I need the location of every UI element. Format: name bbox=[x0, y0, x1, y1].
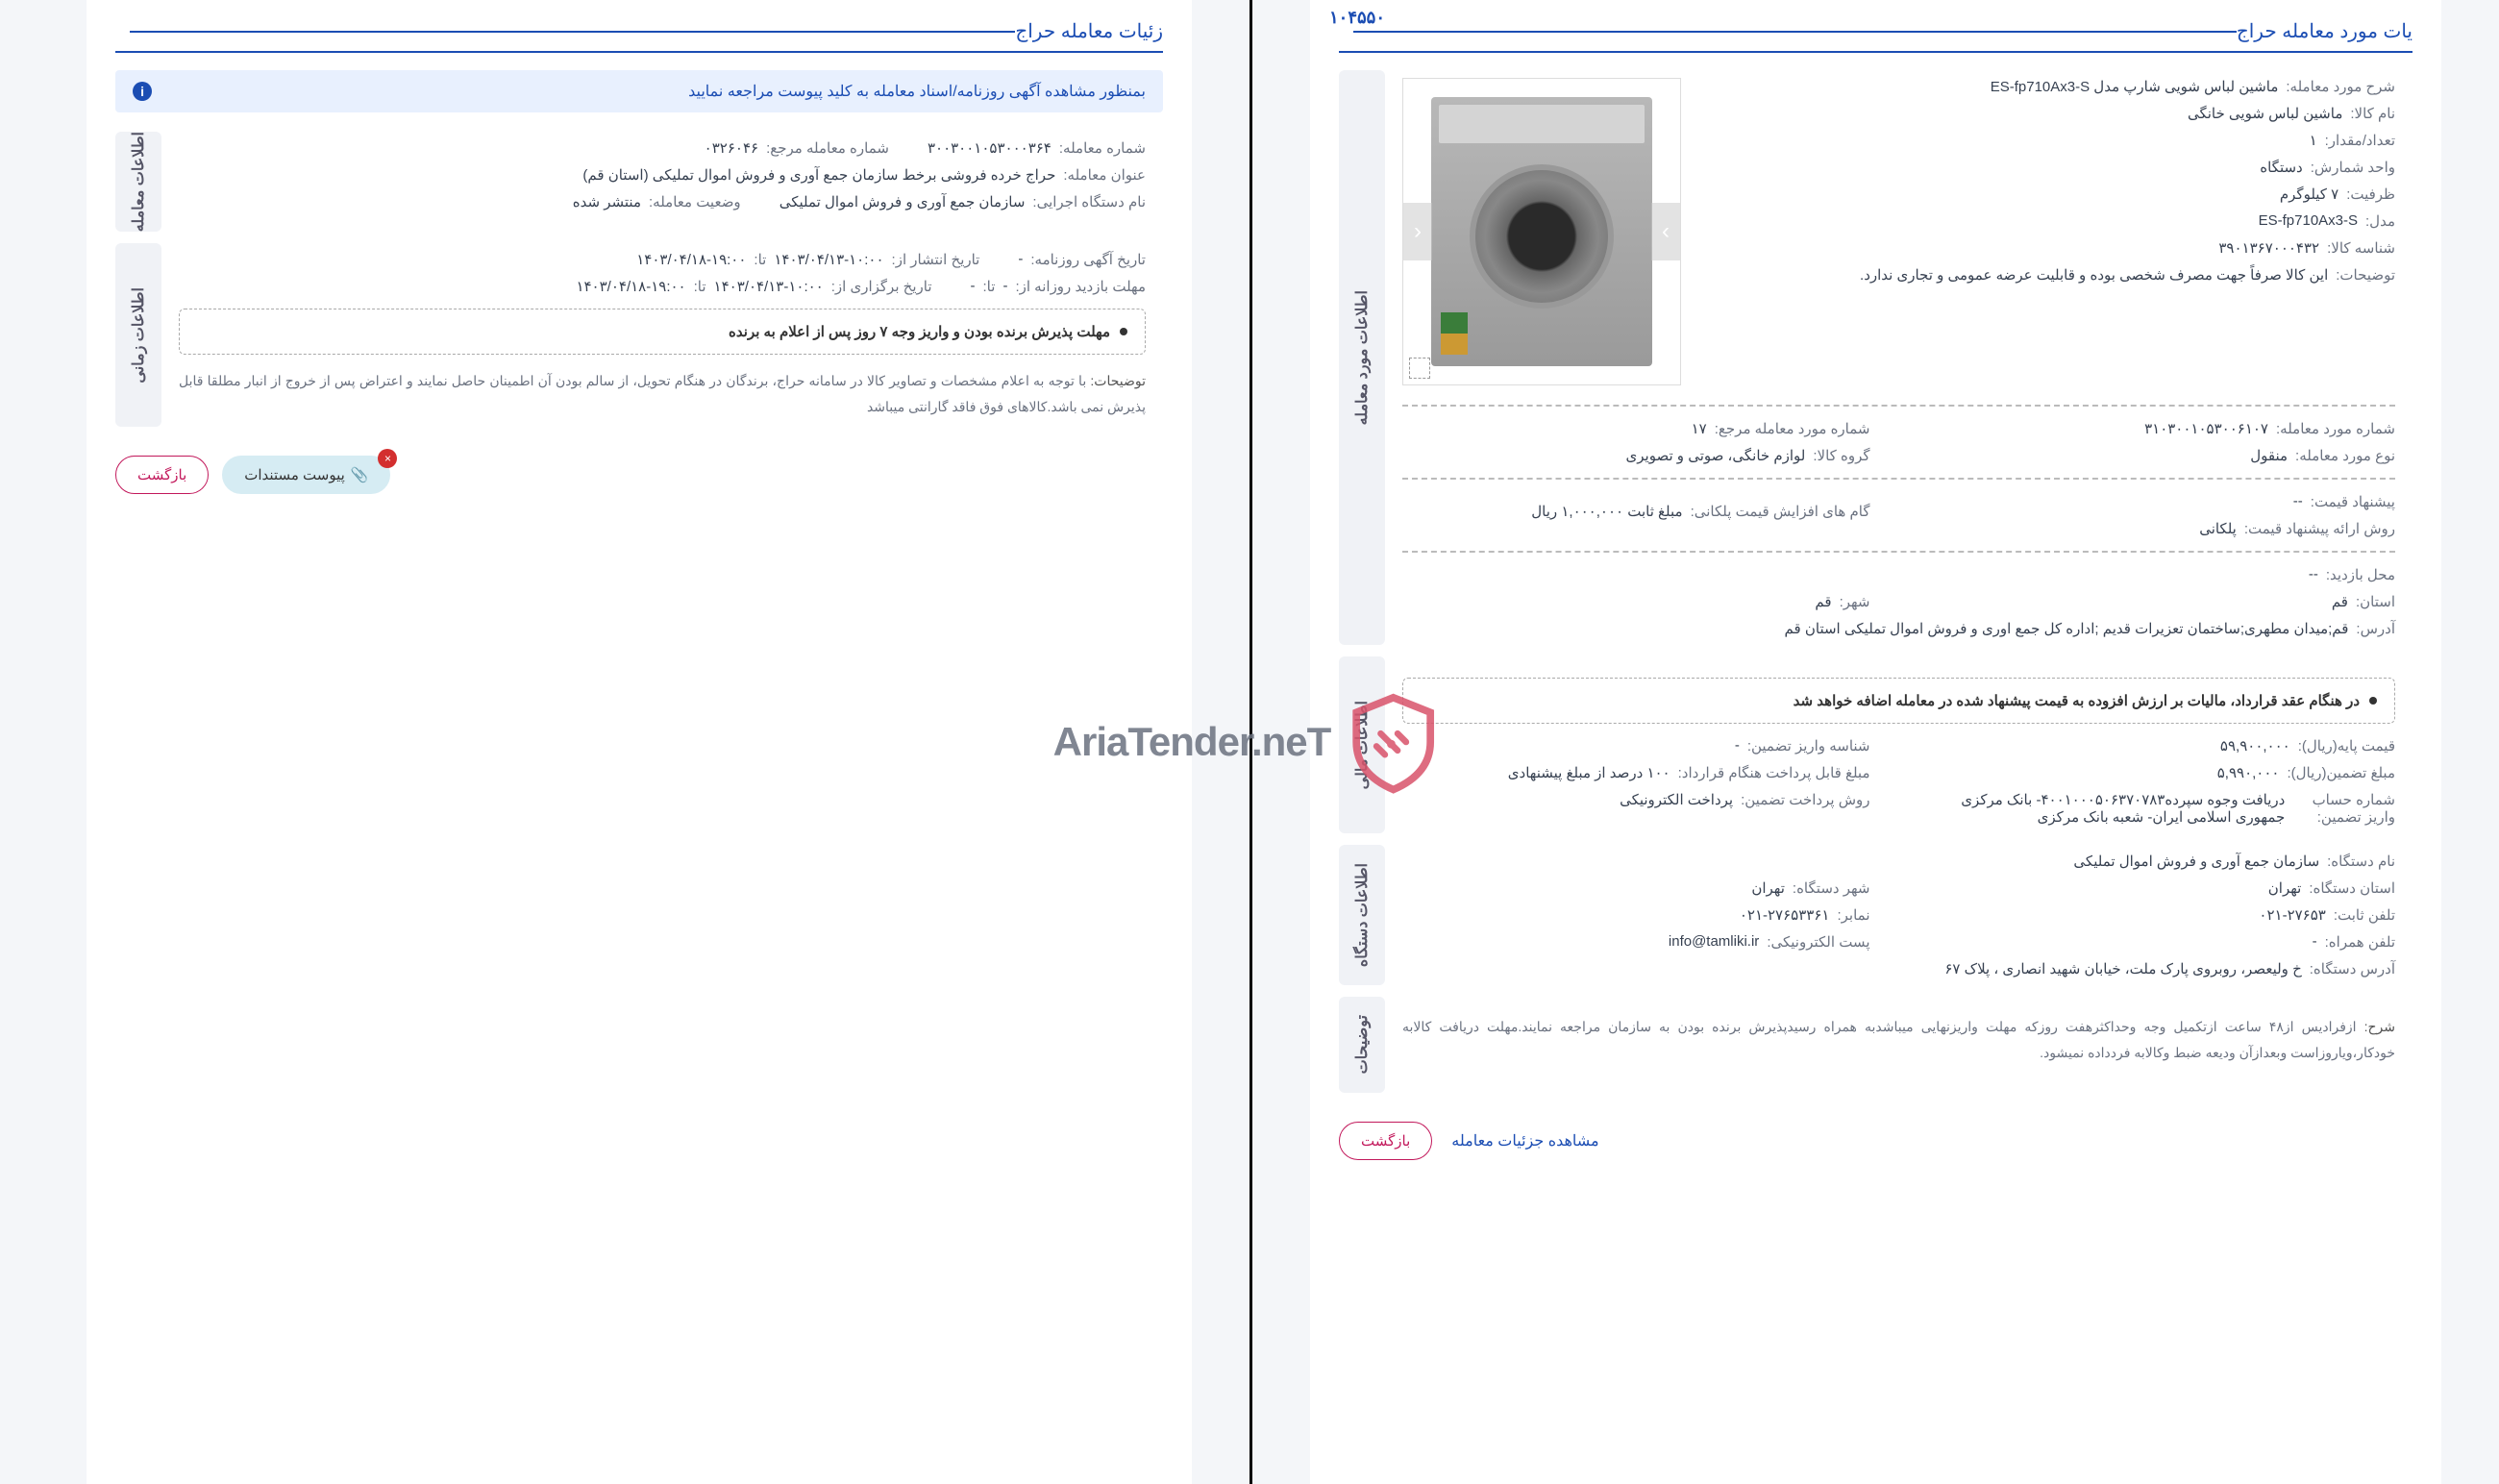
attachments-button[interactable]: 📎 پیوست مستندات × bbox=[222, 456, 390, 494]
banner-text: بمنظور مشاهده آگهی روزنامه/اسناد معامله … bbox=[688, 82, 1146, 101]
washing-machine-photo bbox=[1431, 97, 1652, 366]
field: شماره مورد معامله مرجع:۱۷ bbox=[1402, 420, 1870, 437]
field: شماره معامله:۳۰۰۳۰۰۱۰۵۳۰۰۰۳۶۴ bbox=[928, 139, 1146, 157]
image-prev-icon[interactable]: ‹ bbox=[1403, 203, 1432, 260]
field: محل بازدید:-- bbox=[1402, 566, 2395, 583]
field: شماره معامله مرجع:۰۳۲۶۰۴۶ bbox=[705, 139, 889, 157]
info-banner: بمنظور مشاهده آگهی روزنامه/اسناد معامله … bbox=[115, 70, 1163, 112]
field: شناسه کالا:۳۹۰۱۳۶۷۰۰۰۴۳۲ bbox=[1710, 239, 2395, 257]
field: مبلغ قابل پرداخت هنگام قرارداد:۱۰۰ درصد … bbox=[1402, 764, 1870, 781]
image-next-icon[interactable]: › bbox=[1651, 203, 1680, 260]
vat-text: در هنگام عقد قرارداد، مالیات بر ارزش افز… bbox=[1794, 692, 2360, 709]
field: گام های افزایش قیمت پلکانی:مبلغ ثابت ۱,۰… bbox=[1402, 503, 1870, 520]
field: مبلغ تضمین(ریال):۵,۹۹۰,۰۰۰ bbox=[1928, 764, 2396, 781]
field: آدرس دستگاه:خ ولیعصر، روبروی پارک ملت، خ… bbox=[1402, 960, 2395, 977]
field: شهر:قم bbox=[1402, 593, 1870, 610]
field: نام کالا:ماشین لباس شویی خانگی bbox=[1710, 105, 2395, 122]
header-title: یات مورد معامله حراج bbox=[2237, 19, 2412, 43]
field: قیمت پایه(ریال):۵۹,۹۰۰,۰۰۰ bbox=[1928, 737, 2396, 754]
paperclip-icon: 📎 bbox=[351, 466, 369, 483]
page-number: ۱۰۴۵۵۰ bbox=[1329, 8, 1385, 28]
vat-notice: در هنگام عقد قرارداد، مالیات بر ارزش افز… bbox=[1402, 678, 2395, 724]
field: گروه کالا:لوازم خانگی، صوتی و تصویری bbox=[1402, 447, 1870, 464]
field: توضیحات:این کالا صرفاً جهت مصرف شخصی بود… bbox=[1710, 266, 2395, 284]
tab-org: اطلاعات دستگاه bbox=[1339, 845, 1385, 985]
field: نام دستگاه:سازمان جمع آوری و فروش اموال … bbox=[1402, 853, 2395, 870]
tab-item-info: اطلاعات مورد معامله bbox=[1339, 70, 1385, 645]
back-button[interactable]: بازگشت bbox=[115, 456, 209, 494]
view-details-link[interactable]: مشاهده جزئیات معامله bbox=[1451, 1131, 1598, 1150]
field: استان:قم bbox=[1928, 593, 2396, 610]
field: شماره حساب واریز تضمین:دریافت وجوه سپرده… bbox=[1928, 791, 2396, 826]
field: نوع مورد معامله:منقول bbox=[1928, 447, 2396, 464]
deadline-box: مهلت پذیرش برنده بودن و واریز وجه ۷ روز … bbox=[179, 309, 1146, 355]
field: نمابر:۰۲۱-۲۷۶۵۳۳۶۱ bbox=[1402, 906, 1870, 924]
field: تلفن همراه:- bbox=[1928, 933, 2396, 951]
field: شرح مورد معامله:ماشین لباس شویی شارپ مدل… bbox=[1710, 78, 2395, 95]
field: تاریخ انتشار از:۱۴۰۳/۰۴/۱۳-۱۰:۰۰ تا: ۱۴۰… bbox=[636, 251, 979, 268]
bullet-icon bbox=[1120, 328, 1127, 335]
field: پیشنهاد قیمت:-- bbox=[1928, 493, 2396, 510]
product-image[interactable]: ‹ › bbox=[1402, 78, 1681, 385]
expand-icon[interactable] bbox=[1409, 358, 1430, 379]
field: روش پرداخت تضمین:پرداخت الکترونیکی bbox=[1402, 791, 1870, 808]
back-button[interactable]: بازگشت bbox=[1339, 1122, 1432, 1160]
attach-label: پیوست مستندات bbox=[244, 466, 345, 483]
tab-explain: توضیحات bbox=[1339, 997, 1385, 1093]
field: شناسه واریز تضمین:- bbox=[1402, 737, 1870, 754]
field: آدرس:قم;میدان مطهری;ساختمان تعزیرات قدیم… bbox=[1402, 620, 2395, 637]
field: پست الکترونیکی:info@tamliki.ir bbox=[1402, 933, 1870, 951]
divider bbox=[1402, 405, 2395, 407]
field: تاریخ آگهی روزنامه:- bbox=[1018, 251, 1146, 268]
tab-financial: اطلاعات مالی bbox=[1339, 656, 1385, 833]
field: شهر دستگاه:تهران bbox=[1402, 879, 1870, 897]
field: نام دستگاه اجرایی:سازمان جمع آوری و فروش… bbox=[779, 193, 1146, 210]
field: وضعیت معامله:منتشر شده bbox=[573, 193, 741, 210]
close-badge-icon[interactable]: × bbox=[378, 449, 397, 468]
field: روش ارائه پیشنهاد قیمت:پلکانی bbox=[1928, 520, 2396, 537]
info-icon: i bbox=[133, 82, 152, 101]
tab-transaction: اطلاعات معامله bbox=[115, 132, 161, 232]
time-note: توضیحات: با توجه به اعلام مشخصات و تصاوی… bbox=[179, 368, 1146, 419]
field: مدل:ES-fp710Ax3-S bbox=[1710, 212, 2395, 230]
explain-note: شرح: ازفرادیس از۴۸ ساعت ازتکمیل وجه وحدا… bbox=[1402, 1014, 2395, 1065]
header-line bbox=[1353, 31, 2237, 33]
field: تلفن ثابت:۰۲۱-۲۷۶۵۳ bbox=[1928, 906, 2396, 924]
deadline-text: مهلت پذیرش برنده بودن و واریز وجه ۷ روز … bbox=[729, 323, 1110, 340]
divider bbox=[1402, 478, 2395, 480]
field: تعداد/مقدار:۱ bbox=[1710, 132, 2395, 149]
field: مهلت بازدید روزانه از:- تا: - bbox=[971, 278, 1146, 295]
field: استان دستگاه:تهران bbox=[1928, 879, 2396, 897]
field: ظرفیت:۷ کیلوگرم bbox=[1710, 186, 2395, 203]
header-line bbox=[130, 31, 1015, 33]
section-header-right: یات مورد معامله حراج bbox=[1339, 19, 2412, 53]
tab-time: اطلاعات زمانی bbox=[115, 243, 161, 427]
field: شماره مورد معامله:۳۱۰۳۰۰۱۰۵۳۰۰۶۱۰۷ bbox=[1928, 420, 2396, 437]
header-title: زئیات معامله حراج bbox=[1015, 19, 1163, 43]
bullet-icon bbox=[2369, 697, 2377, 705]
field: واحد شمارش:دستگاه bbox=[1710, 159, 2395, 176]
section-header-left: زئیات معامله حراج bbox=[115, 19, 1163, 53]
field: عنوان معامله:حراج خرده فروشی برخط سازمان… bbox=[179, 166, 1146, 184]
divider bbox=[1402, 551, 2395, 553]
field: تاریخ برگزاری از:۱۴۰۳/۰۴/۱۳-۱۰:۰۰ تا: ۱۴… bbox=[576, 278, 931, 295]
